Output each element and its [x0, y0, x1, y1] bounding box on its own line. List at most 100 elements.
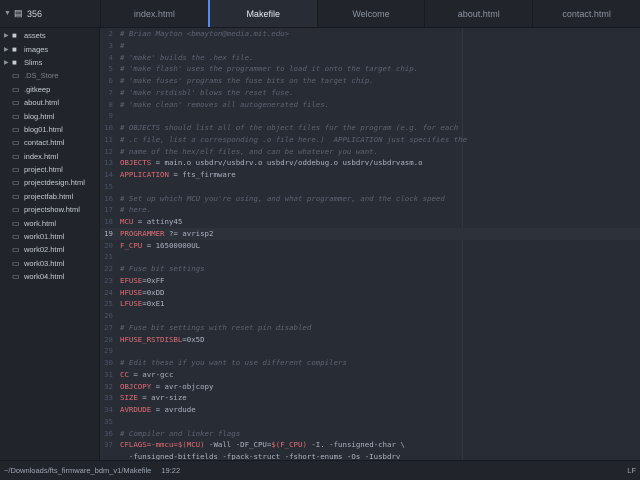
code-line[interactable]: 22 # Fuse bit settings [100, 263, 640, 275]
line-number[interactable]: 21 [100, 251, 113, 263]
code-line[interactable]: 16 # Set up which MCU you're using, and w… [100, 193, 640, 205]
tree-file-about-html[interactable]: ▭ about.html [0, 96, 99, 109]
code-line[interactable]: 20 F_CPU = 16500000UL [100, 240, 640, 252]
code-line[interactable]: 5 # 'make flash' uses the programmer to l… [100, 63, 640, 75]
code-line[interactable]: 21 [100, 251, 640, 263]
line-number[interactable]: 2 [100, 28, 113, 40]
line-number[interactable]: 30 [100, 357, 113, 369]
tree-folder-slims[interactable]: ▶ ■ Slims [0, 56, 99, 69]
code-line[interactable]: 32 OBJCOPY = avr-objcopy [100, 381, 640, 393]
tree-file-work03-html[interactable]: ▭ work03.html [0, 257, 99, 270]
tree-file-projectfab-html[interactable]: ▭ projectfab.html [0, 190, 99, 203]
code-line[interactable]: 29 [100, 345, 640, 357]
tree-file-projectshow-html[interactable]: ▭ projectshow.html [0, 203, 99, 216]
tree-file-gitkeep[interactable]: ▭ .gitkeep [0, 83, 99, 96]
line-number[interactable]: 17 [100, 204, 113, 216]
line-number[interactable]: 3 [100, 40, 113, 52]
line-number[interactable]: 35 [100, 416, 113, 428]
code-line[interactable]: 19 PROGRAMMER ?= avrisp2 [100, 227, 640, 240]
line-number[interactable]: 16 [100, 193, 113, 205]
code-line[interactable]: 23 EFUSE=0xFF [100, 275, 640, 287]
code-line[interactable]: 10 # OBJECTS should list all of the objec… [100, 122, 640, 134]
line-number[interactable]: 33 [100, 392, 113, 404]
line-number[interactable]: 14 [100, 169, 113, 181]
line-number[interactable]: 7 [100, 87, 113, 99]
tab-about-html[interactable]: about.html [424, 0, 532, 27]
code-line[interactable]: 37 CFLAGS=-mmcu=$(MCU) -Wall -DF_CPU=$(F_… [100, 439, 640, 451]
line-number[interactable]: 22 [100, 263, 113, 275]
code-line[interactable]: 28 HFUSE_RSTDISBL=0x5D [100, 334, 640, 346]
line-number[interactable]: 15 [100, 181, 113, 193]
chevron-right-icon[interactable]: ▶ [0, 46, 12, 53]
line-number[interactable]: 8 [100, 99, 113, 111]
line-number[interactable]: 20 [100, 240, 113, 252]
tree-file-contact-html[interactable]: ▭ contact.html [0, 136, 99, 149]
line-number[interactable]: 26 [100, 310, 113, 322]
tree-file-blog01-html[interactable]: ▭ blog01.html [0, 123, 99, 136]
tree-file-project-html[interactable]: ▭ project.html [0, 163, 99, 176]
text-editor[interactable]: 2 # Brian Mayton <bmayton@media.mit.edu> 3… [100, 28, 640, 460]
chevron-down-icon[interactable]: ▼ [4, 10, 14, 17]
chevron-right-icon[interactable]: ▶ [0, 59, 12, 66]
code-line[interactable]: 31 CC = avr-gcc [100, 369, 640, 381]
code-line[interactable]: 17 # here. [100, 204, 640, 216]
line-number[interactable]: 34 [100, 404, 113, 416]
tab-index-html[interactable]: index.html [100, 0, 208, 27]
line-number[interactable]: 4 [100, 52, 113, 64]
status-file-path[interactable]: ~/Downloads/fts_firmware_bdm_v1/Makefile [4, 466, 151, 475]
line-number[interactable]: 37 [100, 439, 113, 451]
tree-file-projectdesign-html[interactable]: ▭ projectdesign.html [0, 176, 99, 189]
line-number[interactable]: 11 [100, 134, 113, 146]
code-line[interactable]: 26 [100, 310, 640, 322]
code-line[interactable]: 24 HFUSE=0xDD [100, 287, 640, 299]
status-cursor-position[interactable]: 19:22 [161, 466, 180, 475]
line-number[interactable]: 19 [100, 228, 113, 240]
status-line-ending[interactable]: LF [627, 466, 636, 475]
line-number[interactable]: 18 [100, 216, 113, 228]
line-number[interactable]: 36 [100, 428, 113, 440]
code-line[interactable]: 8 # 'make clean' removes all autogenerate… [100, 99, 640, 111]
code-line[interactable]: 4 # 'make' builds the .hex file. [100, 52, 640, 64]
code-line[interactable]: 30 # Edit these if you want to use differ… [100, 357, 640, 369]
line-number[interactable]: 25 [100, 298, 113, 310]
code-line[interactable]: 11 # .c file, list a corresponding .o fil… [100, 134, 640, 146]
tree-file-work04-html[interactable]: ▭ work04.html [0, 270, 99, 283]
code-line[interactable]: 34 AVRDUDE = avrdude [100, 404, 640, 416]
code-line[interactable]: 7 # 'make rstdisbl' blows the reset fuse. [100, 87, 640, 99]
tab-welcome[interactable]: Welcome [316, 0, 425, 27]
code-line[interactable]: 25 LFUSE=0xE1 [100, 298, 640, 310]
code-line[interactable]: 36 # Compiler and linker flags [100, 428, 640, 440]
line-number[interactable]: 28 [100, 334, 113, 346]
code-line[interactable]: 33 SIZE = avr-size [100, 392, 640, 404]
code-line[interactable]: 27 # Fuse bit settings with reset pin dis… [100, 322, 640, 334]
tree-file-work-html[interactable]: ▭ work.html [0, 216, 99, 229]
line-number[interactable]: 12 [100, 146, 113, 158]
tab-makefile[interactable]: Makefile [207, 0, 317, 27]
line-number[interactable]: 10 [100, 122, 113, 134]
code-line[interactable]: 15 [100, 181, 640, 193]
line-number[interactable]: 13 [100, 157, 113, 169]
line-number[interactable]: 27 [100, 322, 113, 334]
code-line[interactable]: 6 # 'make fuses' programs the fuse bits o… [100, 75, 640, 87]
tree-folder-assets[interactable]: ▶ ■ assets [0, 29, 99, 42]
code-line[interactable]: 14 APPLICATION = fts_firmware [100, 169, 640, 181]
tree-file-work02-html[interactable]: ▭ work02.html [0, 243, 99, 256]
project-header[interactable]: ▼ ▤ 356 [0, 0, 100, 27]
line-number[interactable]: 23 [100, 275, 113, 287]
line-number[interactable]: 29 [100, 345, 113, 357]
tree-file-index-html[interactable]: ▭ index.html [0, 150, 99, 163]
line-number[interactable]: 9 [100, 110, 113, 122]
code-line[interactable]: -funsigned-bitfields -fpack-struct -fsho… [100, 451, 640, 460]
code-line[interactable]: 18 MCU = attiny45 [100, 216, 640, 228]
chevron-right-icon[interactable]: ▶ [0, 32, 12, 39]
code-line[interactable]: 35 [100, 416, 640, 428]
line-number[interactable]: 5 [100, 63, 113, 75]
tree-file-work01-html[interactable]: ▭ work01.html [0, 230, 99, 243]
line-number[interactable]: 32 [100, 381, 113, 393]
tab-contact-html[interactable]: contact.html [532, 0, 640, 27]
code-line[interactable]: 9 [100, 110, 640, 122]
code-line[interactable]: 12 # name of the hex/elf files, and can b… [100, 146, 640, 158]
tree-folder-images[interactable]: ▶ ■ images [0, 42, 99, 55]
code-line[interactable]: 2 # Brian Mayton <bmayton@media.mit.edu> [100, 28, 640, 40]
code-line[interactable]: 13 OBJECTS = main.o usbdrv/usbdrv.o usbdr… [100, 157, 640, 169]
